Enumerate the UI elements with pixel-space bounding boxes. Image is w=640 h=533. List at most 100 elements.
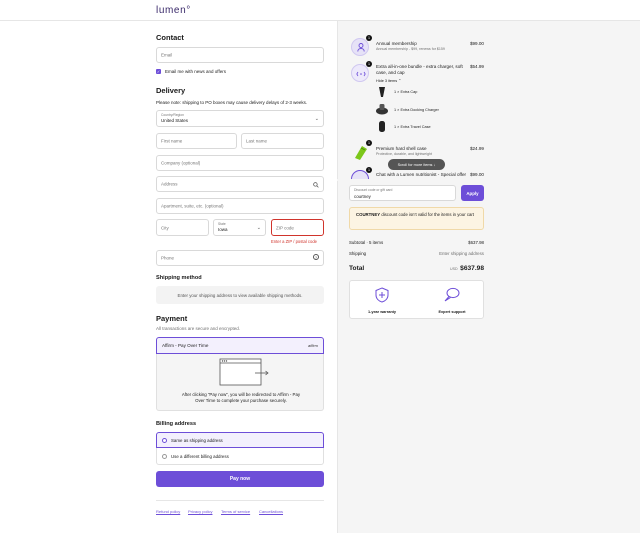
payment-subtitle: All transactions are secure and encrypte… [156, 326, 241, 331]
search-icon [313, 182, 319, 188]
travel-case-thumbnail [379, 121, 385, 132]
contact-title: Contact [156, 33, 184, 42]
billing-different-option[interactable]: Use a different billing address [156, 448, 324, 465]
email-placeholder: Email [161, 52, 173, 58]
sub-item: 1 × Extra Docking Charger [394, 108, 439, 112]
billing-same-option[interactable]: Same as shipping address [156, 432, 324, 448]
address-placeholder: Address [161, 181, 178, 187]
discount-error-banner: COURTNEY discount code isn’t valid for t… [349, 207, 484, 230]
apply-button[interactable]: Apply [461, 185, 484, 201]
shipping-label: Shipping [349, 251, 367, 256]
redirect-window-icon [219, 358, 269, 386]
chevron-down-icon: ⌄ [314, 115, 319, 122]
shipping-method-title: Shipping method [156, 275, 202, 281]
hide-items-label: Hide 3 items [376, 79, 398, 83]
sub-item: 1 × Extra Travel Case [394, 125, 431, 129]
checkout-header: lumen° [0, 0, 640, 21]
company-field[interactable]: Company (optional) [156, 155, 324, 171]
apartment-field[interactable]: Apartment, suite, etc. (optional) [156, 198, 324, 214]
qty-badge: 1 [366, 35, 372, 41]
shield-plus-icon [375, 287, 389, 303]
address-field[interactable]: Address [156, 176, 324, 192]
support-label: Expert support [438, 310, 466, 314]
cancellations-link[interactable]: Cancellations [259, 509, 283, 514]
payment-title: Payment [156, 314, 188, 323]
refund-policy-link[interactable]: Refund policy [156, 509, 180, 514]
affirm-option-label: Affirm - Pay Over Time [162, 343, 209, 348]
last-name-field[interactable]: Last name [241, 133, 324, 149]
arrow-down-icon: ↓ [433, 162, 436, 167]
chevron-up-icon: ⌃ [398, 79, 402, 83]
radio-selected-icon [162, 438, 167, 443]
discount-error-text: discount code isn’t valid for the items … [380, 212, 474, 217]
zip-placeholder: ZIP code [276, 225, 294, 230]
total-label: Total [349, 265, 365, 272]
company-placeholder: Company (optional) [161, 160, 201, 166]
discount-field[interactable]: Discount code or gift card courtney [349, 185, 456, 201]
person-icon [357, 43, 365, 52]
delivery-title: Delivery [156, 86, 186, 95]
country-select[interactable]: Country/Region United States ⌄ [156, 110, 324, 127]
subtotal-value: $637.98 [468, 240, 484, 245]
billing-title: Billing address [156, 421, 197, 427]
email-field[interactable]: Email [156, 47, 324, 63]
discount-value: courtney [354, 194, 371, 199]
chat-bubble-icon [444, 287, 460, 302]
zip-error: Enter a ZIP / postal code [271, 239, 318, 244]
chevron-down-icon: ⌄ [256, 224, 261, 231]
pay-now-button[interactable]: Pay now [156, 471, 324, 487]
phone-placeholder: Phone [161, 255, 175, 261]
zip-field[interactable]: ZIP code [271, 219, 324, 236]
shipping-method-message: Enter your shipping address to view avai… [156, 286, 324, 304]
state-label: State [218, 222, 226, 226]
brand-logo[interactable]: lumen° [156, 5, 191, 16]
first-name-placeholder: First name [161, 138, 183, 144]
item-price: $54.99 [469, 64, 484, 69]
warranty-label: 1-year warranty [367, 310, 397, 314]
footer-divider [156, 500, 324, 501]
news-checkbox[interactable]: ✓ [156, 69, 161, 74]
state-select[interactable]: State Iowa ⌄ [213, 219, 266, 236]
hide-items-toggle[interactable]: Hide 3 items ⌃ [376, 78, 401, 83]
state-value: Iowa [218, 227, 228, 232]
phone-field[interactable]: Phone ? [156, 250, 324, 266]
cap-thumbnail [379, 87, 385, 97]
shipping-value: Enter shipping address [439, 251, 484, 256]
first-name-field[interactable]: First name [156, 133, 237, 149]
item-price: $99.00 [469, 41, 484, 46]
affirm-redirect-panel: After clicking “Pay now”, you will be re… [156, 354, 324, 411]
scroll-more-label: Scroll for more items [397, 162, 433, 167]
scroll-more-pill[interactable]: Scroll for more items ↓ [388, 159, 445, 170]
benefits-card: 1-year warranty Expert support [349, 280, 484, 319]
billing-different-label: Use a different billing address [171, 454, 229, 459]
qty-badge: 1 [366, 167, 372, 173]
affirm-logo: affirm [308, 343, 318, 348]
discount-error-code: COURTNEY [356, 212, 381, 217]
billing-same-label: Same as shipping address [171, 438, 223, 443]
total-value: $637.98 [460, 265, 484, 272]
terms-link[interactable]: Terms of service [221, 509, 250, 514]
radio-icon [162, 454, 167, 459]
subtotal-label: Subtotal · 5 items [349, 240, 384, 245]
membership-thumbnail [351, 38, 369, 56]
bundle-thumbnail [351, 64, 369, 82]
privacy-policy-link[interactable]: Privacy policy [188, 509, 212, 514]
item-subtitle: Annual membership - $99, renews for $159 [376, 47, 445, 51]
affirm-option[interactable]: Affirm - Pay Over Time affirm [156, 337, 324, 354]
bundle-icon [356, 71, 366, 77]
apartment-placeholder: Apartment, suite, etc. (optional) [161, 203, 224, 209]
news-label: Email me with news and offers [165, 69, 226, 74]
item-price: $24.99 [469, 146, 484, 151]
help-icon[interactable]: ? [313, 254, 319, 260]
sub-item: 1 × Extra Cap [394, 90, 418, 94]
country-label: Country/Region [161, 113, 184, 117]
city-field[interactable]: City [156, 219, 209, 236]
discount-label: Discount code or gift card [354, 188, 393, 192]
po-box-note: Please note: shipping to PO boxes may ca… [156, 100, 308, 105]
last-name-placeholder: Last name [246, 138, 268, 144]
item-title: Annual membership [376, 41, 417, 46]
item-title: Premium hard shell case [376, 146, 427, 151]
affirm-redirect-text: After clicking “Pay now”, you will be re… [181, 392, 301, 404]
item-price: $99.00 [469, 172, 484, 177]
qty-badge: 1 [366, 61, 372, 67]
